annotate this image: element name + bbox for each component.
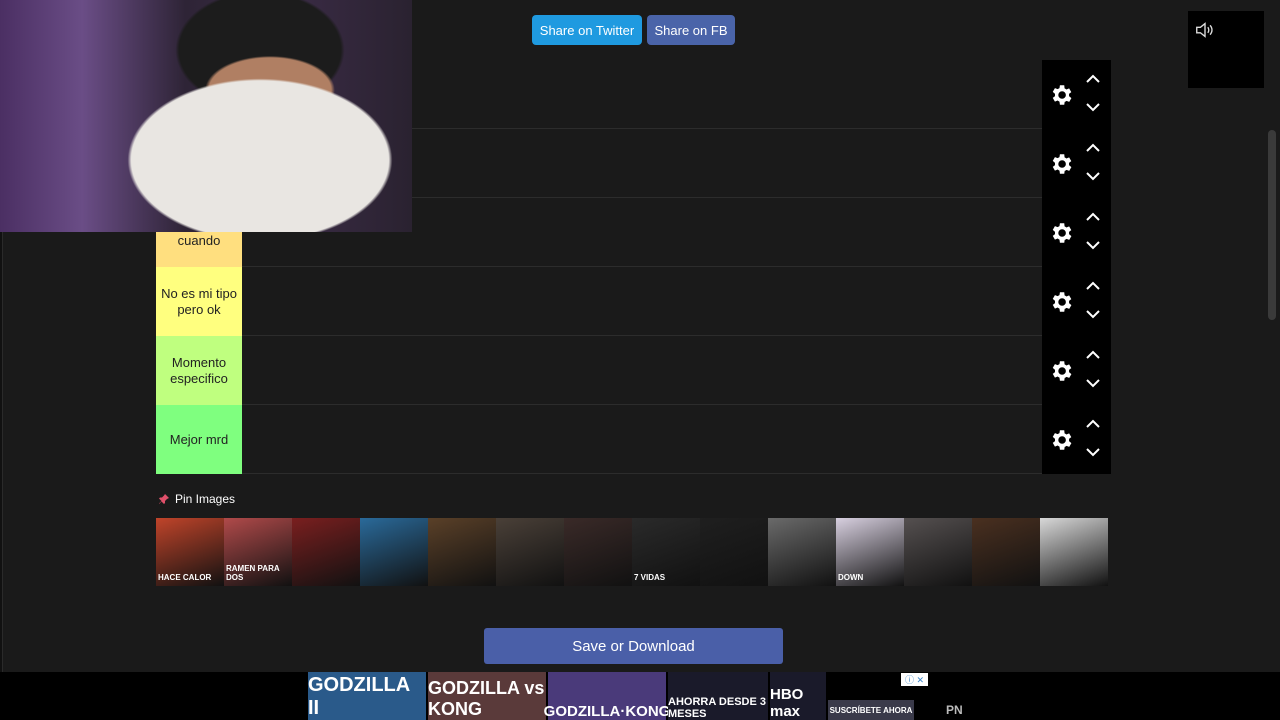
chevron-up-icon[interactable] <box>1084 141 1102 155</box>
tier-controls <box>1042 60 1111 129</box>
tier-drop-zone[interactable] <box>242 336 1042 405</box>
image-thumbnail[interactable]: DOWN <box>836 518 904 586</box>
pin-images-label: Pin Images <box>175 492 236 506</box>
image-thumbnail[interactable] <box>360 518 428 586</box>
image-thumbnail[interactable]: RAMEN PARA DOS <box>224 518 292 586</box>
thumbnail-caption: RAMEN PARA DOS <box>226 564 280 582</box>
ad-tile[interactable]: AHORRA DESDE 3 MESES <box>668 672 768 720</box>
chevron-up-icon[interactable] <box>1084 279 1102 293</box>
tier-controls <box>1042 198 1111 267</box>
save-download-button[interactable]: Save or Download <box>484 628 783 664</box>
ad-tile[interactable]: GODZILLA·KONG <box>544 672 670 720</box>
ad-tile[interactable]: HBO max <box>770 672 826 720</box>
image-thumbnail[interactable]: HACE CALOR <box>156 518 224 586</box>
ad-label: PN <box>946 703 963 717</box>
chevron-down-icon[interactable] <box>1084 376 1102 390</box>
chevron-down-icon[interactable] <box>1084 445 1102 459</box>
chevron-up-icon[interactable] <box>1084 72 1102 86</box>
tier-label[interactable]: Mejor mrd <box>156 405 242 474</box>
image-thumbnail[interactable] <box>428 518 496 586</box>
audio-overlay[interactable] <box>1188 11 1264 88</box>
ad-info-icon[interactable]: ⓘ ✕ <box>901 673 928 686</box>
thumbnail-caption: DOWN <box>838 573 864 582</box>
image-thumbnail[interactable] <box>904 518 972 586</box>
image-thumbnail[interactable] <box>496 518 564 586</box>
scrollbar-thumb[interactable] <box>1268 130 1276 320</box>
tier-row: No es mi tipo pero ok <box>156 267 1111 336</box>
image-pool: HACE CALOR RAMEN PARA DOS 7 VIDAS DOWN <box>156 518 1111 586</box>
image-thumbnail[interactable] <box>1040 518 1108 586</box>
thumbnail-caption: HACE CALOR <box>158 573 212 582</box>
ad-tile[interactable]: GODZILLA II <box>308 672 426 720</box>
ad-tile[interactable]: GODZILLA vs KONG <box>428 672 546 720</box>
image-thumbnail[interactable] <box>972 518 1040 586</box>
tier-row: Momento especifico <box>156 336 1111 405</box>
tier-label[interactable]: Momento especifico <box>156 336 242 405</box>
tier-drop-zone[interactable] <box>242 405 1042 474</box>
tier-controls <box>1042 405 1111 474</box>
image-thumbnail[interactable]: 7 VIDAS <box>632 518 700 586</box>
speaker-icon[interactable] <box>1194 19 1216 41</box>
chevron-down-icon[interactable] <box>1084 169 1102 183</box>
gear-icon[interactable] <box>1048 220 1074 246</box>
gear-icon[interactable] <box>1048 151 1074 177</box>
image-thumbnail[interactable] <box>292 518 360 586</box>
gear-icon[interactable] <box>1048 82 1074 108</box>
share-twitter-button[interactable]: Share on Twitter <box>532 15 642 45</box>
chevron-down-icon[interactable] <box>1084 100 1102 114</box>
share-facebook-button[interactable]: Share on FB <box>647 15 735 45</box>
chevron-down-icon[interactable] <box>1084 307 1102 321</box>
image-thumbnail[interactable] <box>564 518 632 586</box>
gear-icon[interactable] <box>1048 358 1074 384</box>
chevron-up-icon[interactable] <box>1084 348 1102 362</box>
tier-row: Mejor mrd <box>156 405 1111 474</box>
scrollbar[interactable] <box>1266 0 1280 672</box>
chevron-up-icon[interactable] <box>1084 210 1102 224</box>
tier-drop-zone[interactable] <box>242 267 1042 336</box>
chevron-up-icon[interactable] <box>1084 417 1102 431</box>
pin-images-header: Pin Images <box>158 492 235 506</box>
tier-controls <box>1042 129 1111 198</box>
tier-label[interactable]: No es mi tipo pero ok <box>156 267 242 336</box>
gear-icon[interactable] <box>1048 427 1074 453</box>
chevron-down-icon[interactable] <box>1084 238 1102 252</box>
thumbnail-caption: 7 VIDAS <box>634 573 666 582</box>
image-thumbnail[interactable] <box>700 518 768 586</box>
webcam-overlay <box>0 0 412 232</box>
tier-controls <box>1042 267 1111 336</box>
tier-controls <box>1042 336 1111 405</box>
gear-icon[interactable] <box>1048 289 1074 315</box>
image-thumbnail[interactable] <box>768 518 836 586</box>
ad-cta-button[interactable]: SUSCRÍBETE AHORA <box>828 700 914 720</box>
pushpin-icon <box>159 494 169 504</box>
